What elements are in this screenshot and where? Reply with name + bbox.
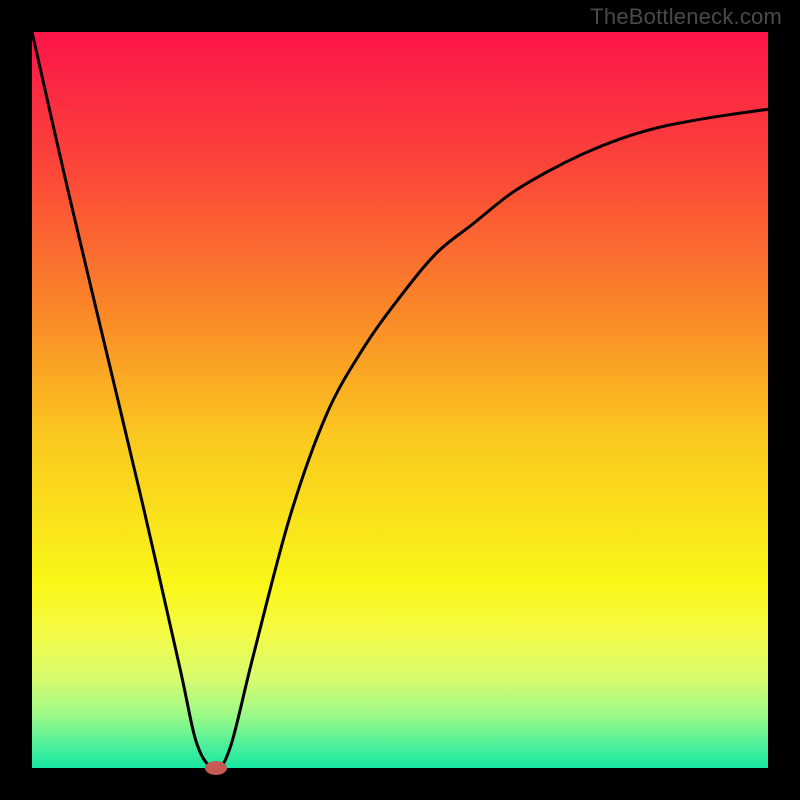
plot-background	[32, 32, 768, 768]
watermark-text: TheBottleneck.com	[590, 4, 782, 30]
optimal-point-marker	[205, 761, 227, 775]
chart-frame: TheBottleneck.com	[0, 0, 800, 800]
bottleneck-chart	[0, 0, 800, 800]
